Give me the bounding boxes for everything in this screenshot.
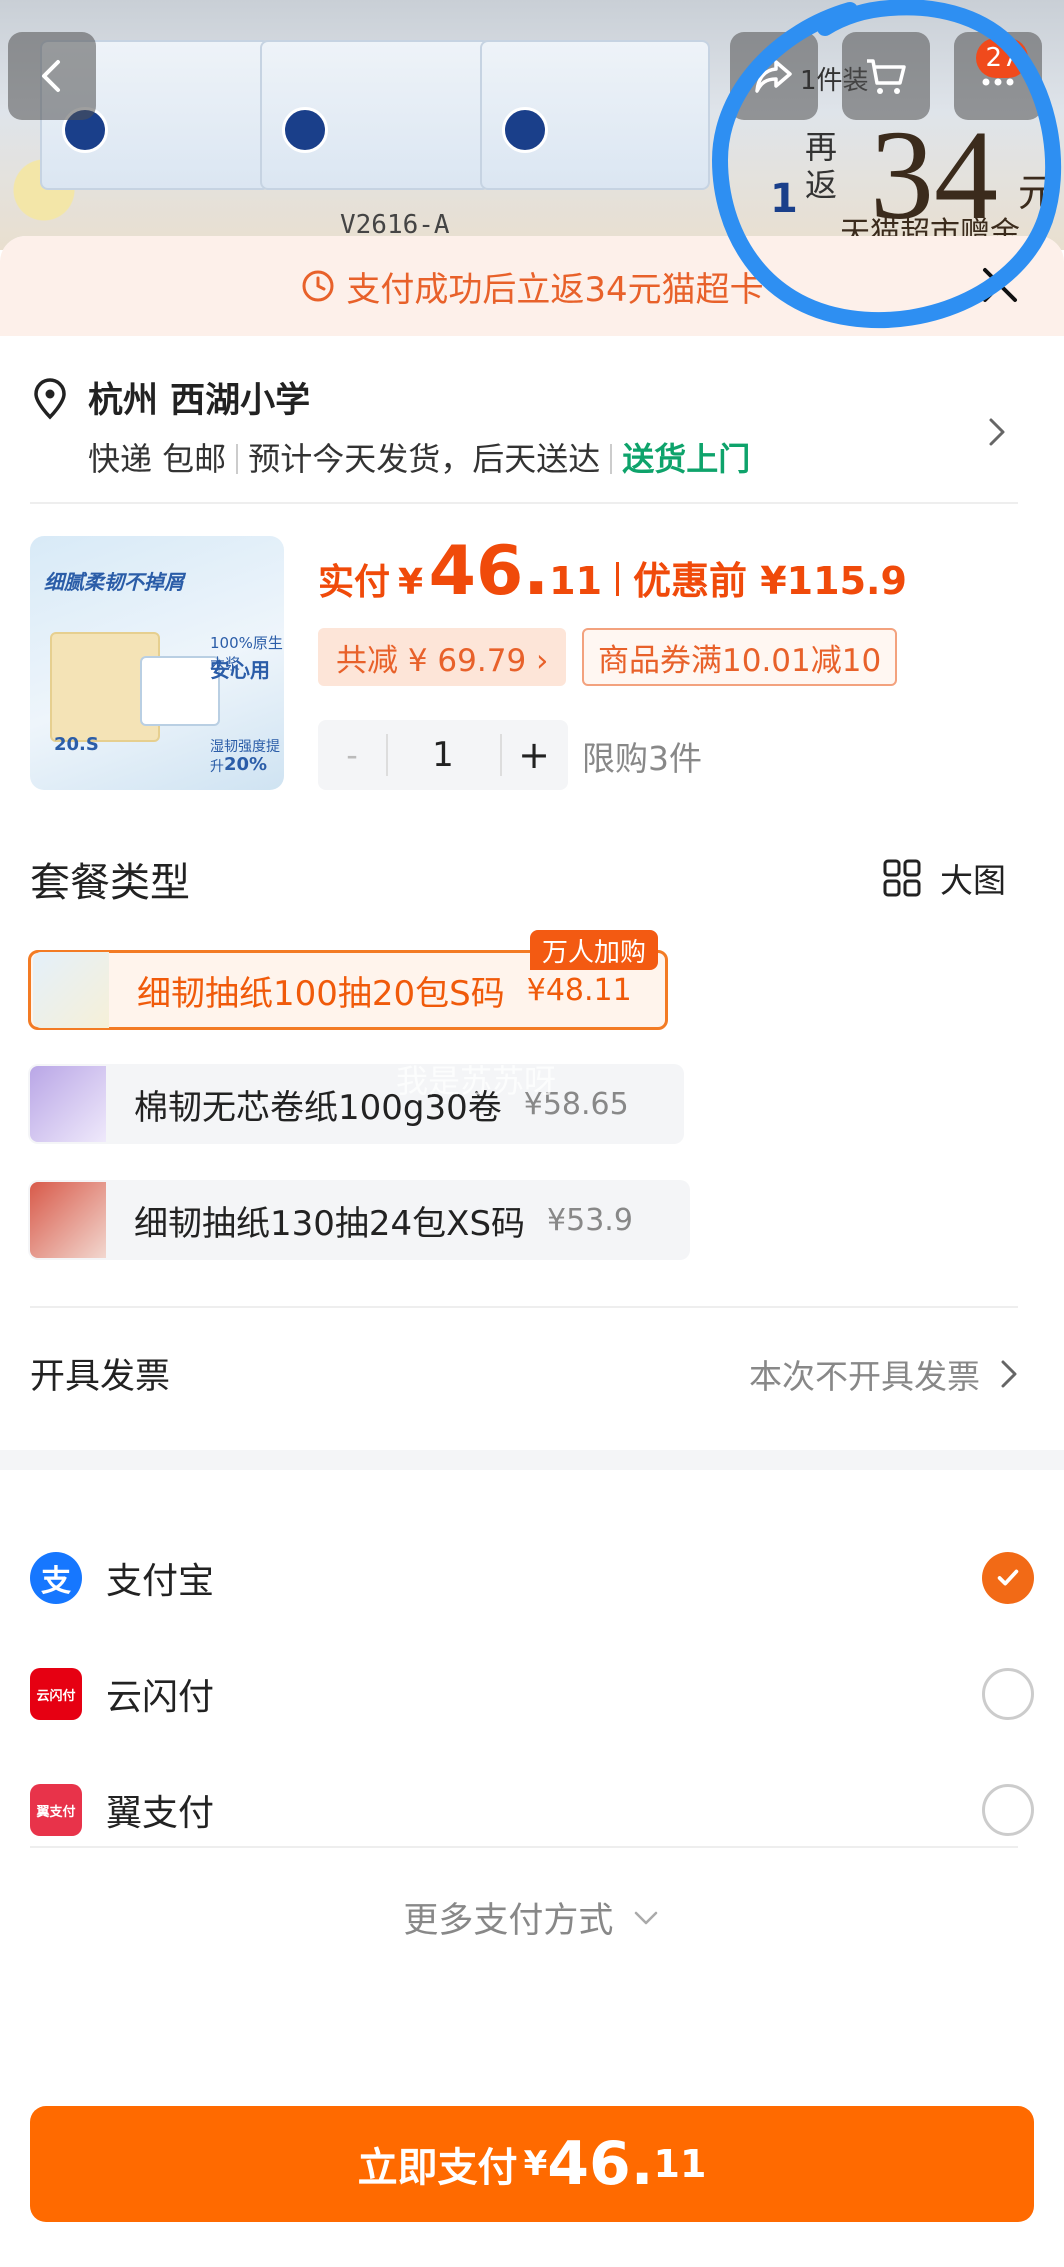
pay-now-label: 立即支付: [357, 2145, 518, 2191]
payment-option-bestpay[interactable]: 翼支付 翼支付: [30, 1780, 1034, 1840]
section-gap: [0, 1450, 1064, 1470]
option-thumbnail: [30, 1182, 106, 1258]
popular-tag: 万人加购: [530, 930, 659, 970]
product-image-slogan: 细腻柔韧不掉屑: [44, 570, 184, 594]
shipping-method: 快递 包邮: [88, 440, 227, 478]
payment-name: 云闪付: [106, 1677, 215, 1718]
invoice-selector[interactable]: 本次不开具发票: [749, 1350, 1024, 1398]
chevron-down-icon: [634, 1911, 657, 1925]
watermark-text: 我是苏苏呀: [396, 1062, 557, 1100]
alipay-icon: 支: [30, 1552, 82, 1604]
big-image-toggle[interactable]: 大图: [882, 854, 1006, 902]
tissue-pack-image: [260, 40, 490, 190]
promo-bar: 支付成功后立返34元猫超卡: [0, 236, 1064, 336]
unionpay-quickpass-icon: 云闪付: [30, 1668, 82, 1720]
close-icon[interactable]: [975, 260, 1025, 310]
product-thumbnail: 细腻柔韧不掉屑 100%原生木浆 安心用 湿韧强度提升 20% 20.S: [30, 536, 284, 790]
divider: [30, 1846, 1018, 1848]
radio-selected[interactable]: [982, 1552, 1034, 1604]
discount-total-chip[interactable]: 共减 ¥ 69.79 ›: [318, 628, 567, 686]
clock-icon: [302, 270, 334, 302]
share-icon: [755, 60, 792, 93]
payment-name: 翼支付: [106, 1793, 215, 1834]
quantity-minus-button[interactable]: -: [318, 720, 386, 790]
option-price: ¥48.11: [526, 972, 632, 1008]
address-section[interactable]: 杭州 西湖小学 快递 包邮 预计今天发货，后天送达 送货上门: [30, 372, 1030, 502]
bestpay-icon: 翼支付: [30, 1784, 82, 1836]
tissue-pack-image: [480, 40, 710, 190]
cart-button[interactable]: [842, 32, 930, 120]
payment-name: 支付宝: [106, 1561, 215, 1602]
quantity-value[interactable]: 1: [386, 720, 500, 790]
rebate-unit: 元: [1018, 171, 1057, 215]
cart-icon: [867, 59, 906, 94]
big-image-label: 大图: [940, 861, 1006, 900]
payment-option-unionpay[interactable]: 云闪付 云闪付: [30, 1664, 1034, 1724]
original-price: 优惠前 ¥115.9: [633, 559, 907, 603]
pay-amount-decimal: 11: [653, 2142, 707, 2186]
option-thumbnail: [33, 952, 109, 1028]
option-name: 细韧抽纸100抽20包S码: [137, 973, 505, 1014]
quantity-plus-button[interactable]: +: [500, 720, 568, 790]
location-pin-icon: [34, 378, 66, 420]
grid-icon: [883, 859, 921, 897]
invoice-label: 开具发票: [30, 1357, 171, 1397]
message-count-badge: 27: [976, 38, 1028, 78]
package-type-title: 套餐类型: [30, 860, 190, 906]
chevron-right-icon: [1001, 1360, 1017, 1388]
price-decimal: 11: [549, 559, 603, 603]
product-image-caption: 20.S: [54, 734, 99, 755]
divider: [30, 1306, 1018, 1308]
pay-amount-integer: 46.: [547, 2129, 654, 2199]
more-payment-label: 更多支付方式: [403, 1901, 614, 1941]
chevron-left-icon: [42, 60, 60, 92]
purchase-limit: 限购3件: [582, 739, 702, 778]
door-delivery-label: 送货上门: [622, 440, 751, 478]
more-payment-methods[interactable]: 更多支付方式: [0, 1892, 1064, 1943]
package-option[interactable]: 棉韧无芯卷纸100g30卷 ¥58.65: [28, 1064, 684, 1144]
option-price: ¥53.9: [547, 1202, 633, 1238]
product-image-caption: 安心用: [210, 658, 270, 682]
currency-symbol: ¥: [523, 2144, 548, 2184]
back-button[interactable]: [8, 32, 96, 120]
package-option[interactable]: 细韧抽纸130抽24包XS码 ¥53.9: [28, 1180, 690, 1260]
price-line: 实付 ¥ 46.11 优惠前 ¥115.9: [318, 532, 907, 612]
radio-unselected[interactable]: [982, 1784, 1034, 1836]
checkout-sheet: 支付成功后立返34元猫超卡 杭州 西湖小学 快递 包邮 预计今天发货，后天送达 送货…: [0, 236, 1064, 2267]
pay-label: 实付: [318, 562, 391, 603]
option-name: 细韧抽纸130抽24包XS码: [134, 1203, 526, 1244]
pay-now-button[interactable]: 立即支付 ¥46. 11: [30, 2106, 1034, 2222]
chevron-right-icon: [989, 418, 1005, 446]
option-thumbnail: [30, 1066, 106, 1142]
rebate-tag: 再返 34 元 天猫超市赠金: [790, 100, 1064, 250]
quantity-stepper: - 1 +: [318, 720, 568, 790]
check-icon: [997, 1569, 1019, 1586]
product-banner: V2616-A 再返 34 元 天猫超市赠金 1 1件装 27: [0, 0, 1064, 250]
coupon-chip[interactable]: 商品券满10.01减10: [582, 628, 898, 686]
radio-unselected[interactable]: [982, 1668, 1034, 1720]
payment-option-alipay[interactable]: 支 支付宝: [30, 1548, 1034, 1608]
delivery-estimate: 预计今天发货，后天送达: [248, 440, 601, 478]
product-image-caption: 20%: [224, 754, 268, 775]
currency-symbol: ¥: [398, 562, 424, 603]
divider: [30, 502, 1018, 504]
delivery-info: 快递 包邮 预计今天发货，后天送达 送货上门: [88, 434, 750, 480]
address-title: 杭州 西湖小学: [88, 381, 311, 421]
promo-text: 支付成功后立返34元猫超卡: [346, 269, 764, 310]
rebate-one-text: 1: [770, 176, 798, 222]
rebate-again-text: 再返: [805, 128, 838, 204]
price-integer: 46.: [428, 532, 550, 611]
invoice-value: 本次不开具发票: [749, 1357, 980, 1396]
